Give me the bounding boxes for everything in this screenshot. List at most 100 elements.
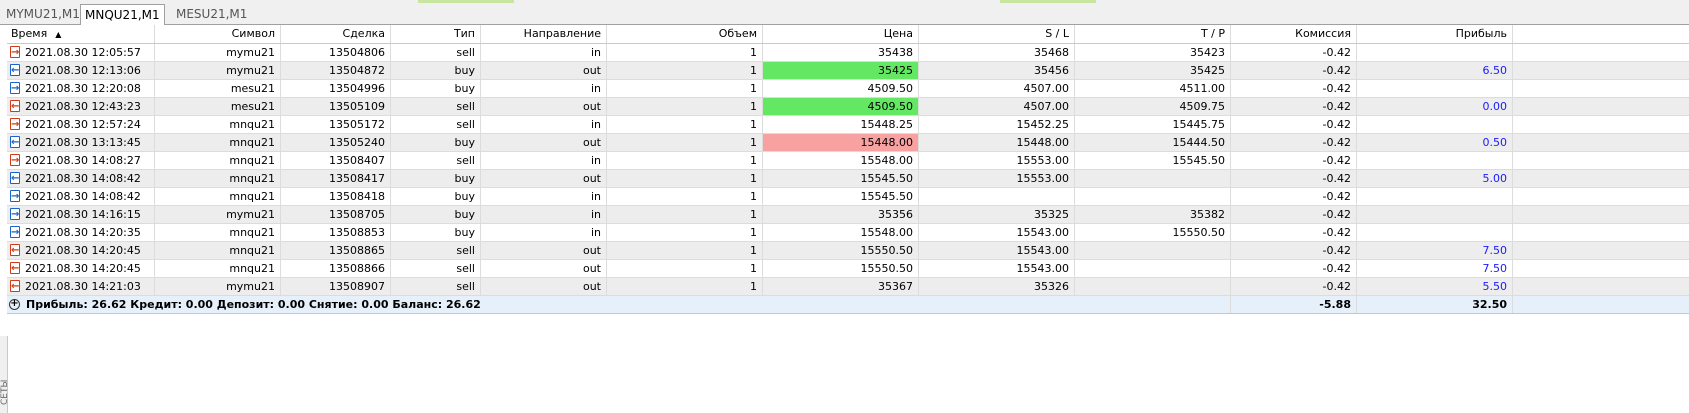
column-header-price[interactable]: Цена <box>763 25 919 43</box>
table-row[interactable]: 2021.08.30 14:20:35mnqu2113508853buyin11… <box>7 224 1689 242</box>
cell-direction: in <box>481 116 607 133</box>
table-row[interactable]: 2021.08.30 14:16:15mymu2113508705buyin13… <box>7 206 1689 224</box>
cell-type: sell <box>391 260 481 277</box>
cell-volume: 1 <box>607 278 763 295</box>
tab-mymu21[interactable]: MYMU21,M1 <box>2 6 84 23</box>
cell-profit <box>1357 152 1513 169</box>
expand-plus-icon[interactable]: + <box>9 299 20 310</box>
summary-profit: 32.50 <box>1357 296 1513 313</box>
cell-price: 15548.00 <box>763 224 919 241</box>
cell-commission: -0.42 <box>1231 206 1357 223</box>
cell-price: 35356 <box>763 206 919 223</box>
cell-type: sell <box>391 116 481 133</box>
cell-type: buy <box>391 62 481 79</box>
cell-empty <box>1513 62 1689 79</box>
cell-deal: 13508866 <box>281 260 391 277</box>
cell-commission: -0.42 <box>1231 134 1357 151</box>
cell-symbol: mesu21 <box>155 80 281 97</box>
column-header-sl[interactable]: S / L <box>919 25 1075 43</box>
cell-commission: -0.42 <box>1231 62 1357 79</box>
cell-profit <box>1357 188 1513 205</box>
cell-tp: 15545.50 <box>1075 152 1231 169</box>
cell-time: 2021.08.30 14:20:45 <box>7 242 155 259</box>
column-header-volume[interactable]: Объем <box>607 25 763 43</box>
cell-type: buy <box>391 134 481 151</box>
table-row[interactable]: 2021.08.30 14:08:42 mnqu2113508418buyin11… <box>7 188 1689 206</box>
column-header-direction[interactable]: Направление <box>481 25 607 43</box>
column-header-type[interactable]: Тип <box>391 25 481 43</box>
cell-direction: out <box>481 134 607 151</box>
table-row[interactable]: 2021.08.30 12:57:24mnqu2113505172sellin1… <box>7 116 1689 134</box>
table-row[interactable]: 2021.08.30 12:43:23 mesu2113505109sellout… <box>7 98 1689 116</box>
cell-time-text: 2021.08.30 12:13:06 <box>25 64 141 77</box>
column-header-time[interactable]: Время ▲ <box>7 25 155 43</box>
cell-tp: 35425 <box>1075 62 1231 79</box>
cell-deal: 13508407 <box>281 152 391 169</box>
cell-direction: out <box>481 278 607 295</box>
cell-sl: 35326 <box>919 278 1075 295</box>
cell-profit: 7.50 <box>1357 260 1513 277</box>
cell-volume: 1 <box>607 98 763 115</box>
cell-deal: 13508418 <box>281 188 391 205</box>
tab-mnqu21[interactable]: MNQU21,M1 <box>80 4 165 26</box>
cell-direction: in <box>481 152 607 169</box>
cell-symbol: mnqu21 <box>155 242 281 259</box>
cell-symbol: mymu21 <box>155 62 281 79</box>
cell-profit <box>1357 44 1513 61</box>
cell-symbol: mnqu21 <box>155 260 281 277</box>
deal-buy-in-icon <box>10 80 20 97</box>
table-row[interactable]: 2021.08.30 14:08:27mnqu2113508407sellin1… <box>7 152 1689 170</box>
cell-tp: 15444.50 <box>1075 134 1231 151</box>
cell-symbol: mymu21 <box>155 206 281 223</box>
cell-deal: 13505172 <box>281 116 391 133</box>
deal-buy-in-icon <box>10 224 20 241</box>
deal-sell-out-icon <box>10 242 20 259</box>
cell-volume: 1 <box>607 44 763 61</box>
cell-profit <box>1357 116 1513 133</box>
cell-volume: 1 <box>607 242 763 259</box>
table-row[interactable]: 2021.08.30 12:05:57 mymu2113504806sellin1… <box>7 44 1689 62</box>
table-row[interactable]: 2021.08.30 12:20:08mesu2113504996buyin14… <box>7 80 1689 98</box>
cell-tp: 15550.50 <box>1075 224 1231 241</box>
table-row[interactable]: 2021.08.30 12:13:06 mymu2113504872buyout1… <box>7 62 1689 80</box>
cell-price: 35438 <box>763 44 919 61</box>
cell-symbol: mnqu21 <box>155 152 281 169</box>
top-strip-mark <box>1000 0 1096 3</box>
table-row[interactable]: 2021.08.30 14:20:45 mnqu2113508865sellout… <box>7 242 1689 260</box>
table-row[interactable]: 2021.08.30 13:13:45mnqu2113505240buyout1… <box>7 134 1689 152</box>
column-header-symbol[interactable]: Символ <box>155 25 281 43</box>
cell-type: sell <box>391 152 481 169</box>
cell-symbol: mnqu21 <box>155 170 281 187</box>
cell-time: 2021.08.30 12:57:24 <box>7 116 155 133</box>
cell-type: sell <box>391 242 481 259</box>
cell-tp: 35423 <box>1075 44 1231 61</box>
cell-type: sell <box>391 98 481 115</box>
cell-sl: 15452.25 <box>919 116 1075 133</box>
tab-mesu21[interactable]: MESU21,M1 <box>172 6 251 23</box>
cell-sl: 15448.00 <box>919 134 1075 151</box>
cell-sl: 4507.00 <box>919 80 1075 97</box>
column-header-deal[interactable]: Сделка <box>281 25 391 43</box>
cell-empty <box>1513 224 1689 241</box>
cell-time: 2021.08.30 14:16:15 <box>7 206 155 223</box>
table-row[interactable]: 2021.08.30 14:08:42mnqu2113508417buyout1… <box>7 170 1689 188</box>
cell-profit: 7.50 <box>1357 242 1513 259</box>
cell-type: buy <box>391 206 481 223</box>
cell-time: 2021.08.30 12:05:57 <box>7 44 155 61</box>
cell-volume: 1 <box>607 80 763 97</box>
cell-volume: 1 <box>607 188 763 205</box>
deal-sell-in-icon <box>10 152 20 169</box>
column-header-commission[interactable]: Комиссия <box>1231 25 1357 43</box>
cell-profit <box>1357 80 1513 97</box>
cell-empty <box>1513 242 1689 259</box>
column-header-profit[interactable]: Прибыль <box>1357 25 1513 43</box>
table-row[interactable]: 2021.08.30 14:21:03 mymu2113508907sellout… <box>7 278 1689 296</box>
cell-commission: -0.42 <box>1231 278 1357 295</box>
table-row[interactable]: 2021.08.30 14:20:45 mnqu2113508866sellout… <box>7 260 1689 278</box>
column-header-tp[interactable]: T / P <box>1075 25 1231 43</box>
cell-time-text: 2021.08.30 14:21:03 <box>25 280 141 293</box>
summary-row[interactable]: + Прибыль: 26.62 Кредит: 0.00 Депозит: 0… <box>7 296 1689 314</box>
cell-symbol: mesu21 <box>155 98 281 115</box>
cell-direction: in <box>481 224 607 241</box>
cell-profit <box>1357 206 1513 223</box>
